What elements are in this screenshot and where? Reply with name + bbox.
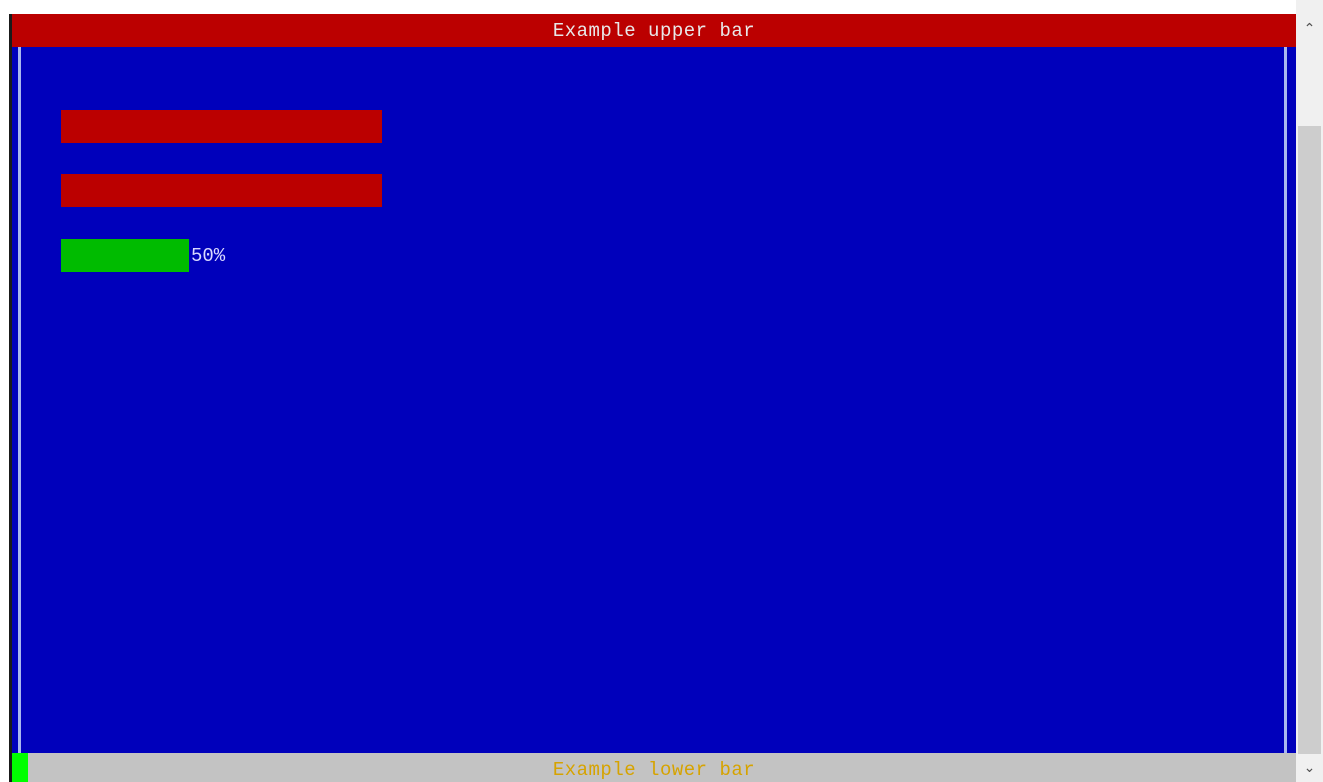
progress-bar: 50% bbox=[61, 239, 317, 272]
vertical-scrollbar[interactable]: ⌃ ⌄ bbox=[1296, 0, 1323, 782]
window-left-edge bbox=[0, 0, 12, 782]
progress-label: 50% bbox=[191, 245, 226, 267]
upper-bar: Example upper bar bbox=[12, 14, 1296, 47]
lower-bar: Example lower bar bbox=[12, 753, 1296, 782]
chevron-down-icon[interactable]: ⌄ bbox=[1296, 755, 1323, 782]
frame-left-border bbox=[18, 47, 21, 753]
cursor-block bbox=[12, 753, 28, 782]
input-field-2[interactable] bbox=[61, 174, 382, 207]
chevron-up-icon[interactable]: ⌃ bbox=[1296, 16, 1323, 43]
frame-right-border bbox=[1284, 47, 1287, 753]
terminal-screen[interactable]: Example upper bar 50% Example lower bar bbox=[12, 14, 1296, 782]
scrollbar-thumb[interactable] bbox=[1298, 126, 1321, 754]
input-field-1[interactable] bbox=[61, 110, 382, 143]
progress-fill bbox=[61, 239, 189, 272]
progress-track: 50% bbox=[61, 239, 317, 272]
